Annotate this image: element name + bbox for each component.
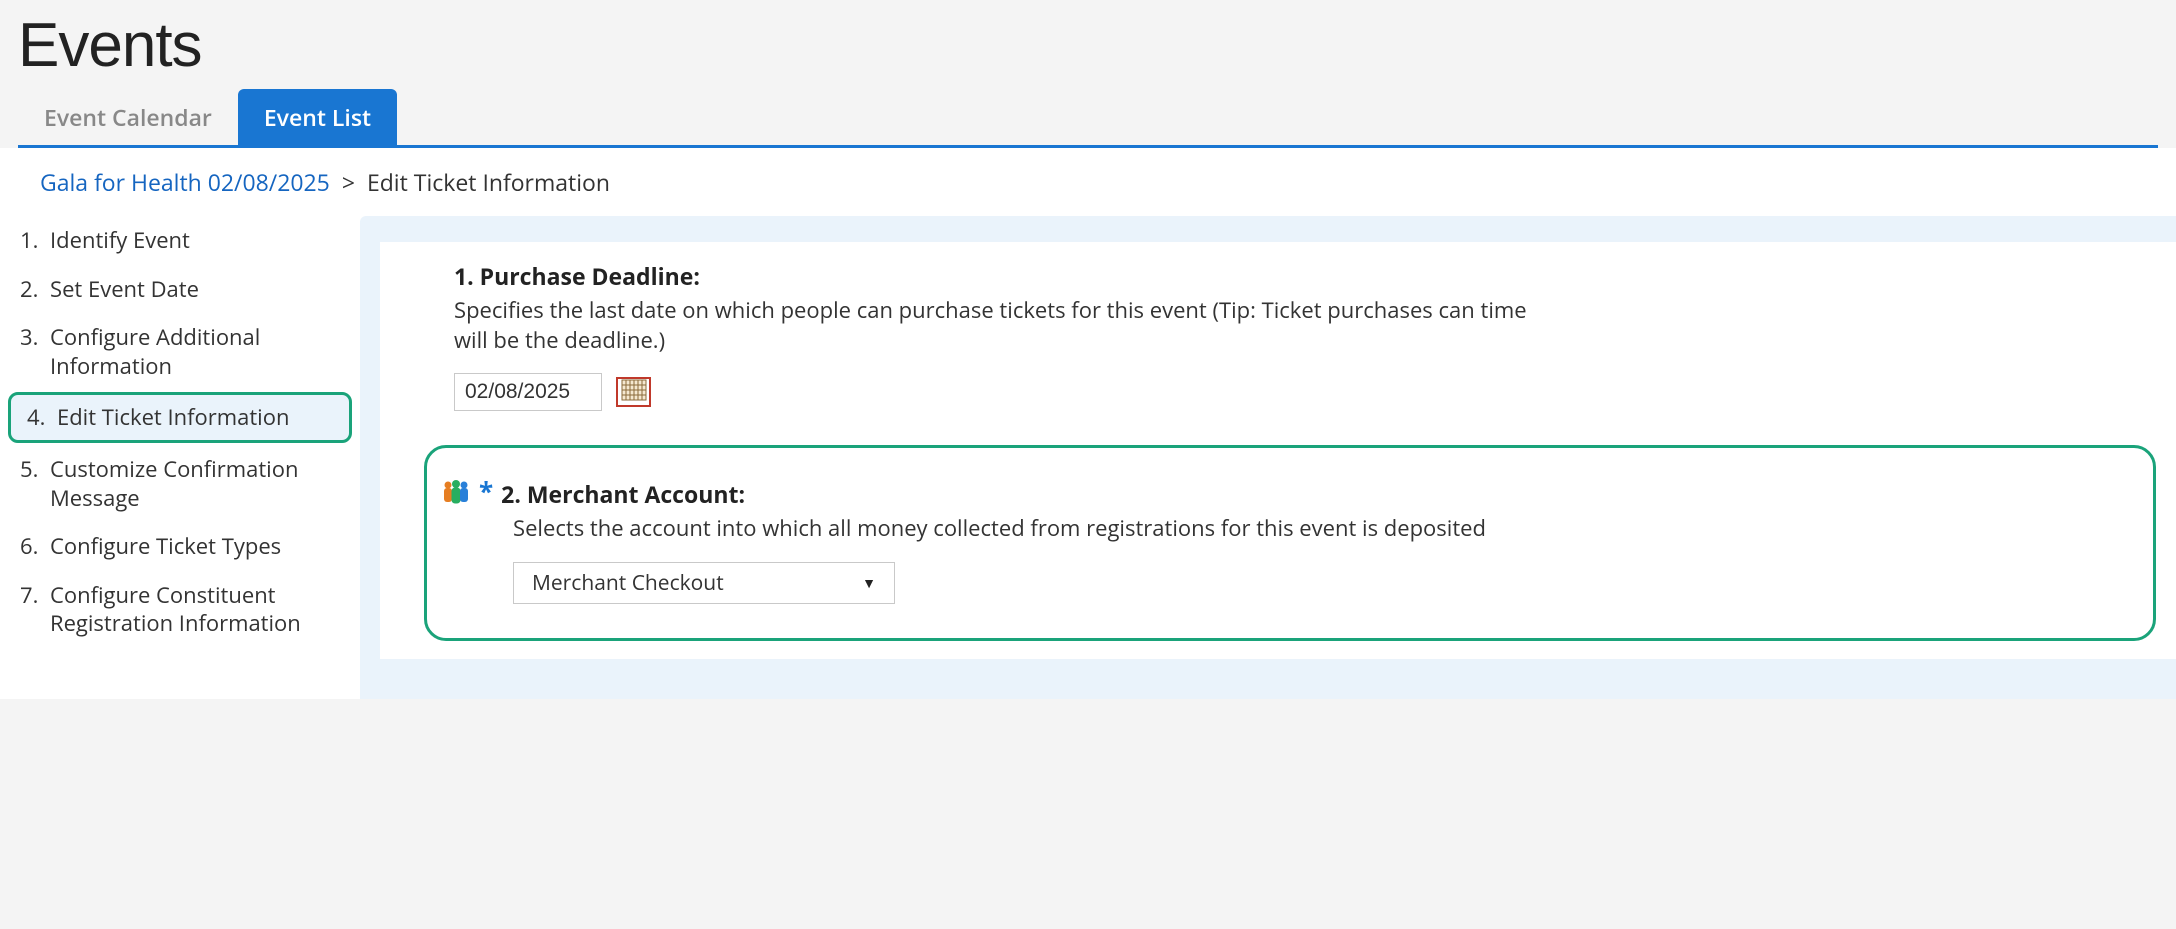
- tab-event-list[interactable]: Event List: [238, 89, 397, 145]
- step-number: 4.: [27, 403, 57, 432]
- step-label: Configure Ticket Types: [50, 532, 346, 561]
- merchant-account-select-value: Merchant Checkout: [532, 569, 724, 597]
- calendar-picker-button[interactable]: [616, 377, 651, 407]
- wizard-steps-sidebar: 1. Identify Event 2. Set Event Date 3. C…: [0, 216, 360, 648]
- step-label: Identify Event: [50, 226, 346, 255]
- step-label: Customize Confirmation Message: [50, 455, 346, 512]
- step-set-event-date[interactable]: 2. Set Event Date: [0, 265, 360, 314]
- tabs: Event Calendar Event List: [18, 89, 2158, 148]
- step-number: 1.: [20, 226, 50, 255]
- merchant-account-highlight: * 2. Merchant Account: Selects the accou…: [424, 445, 2156, 641]
- people-icon: [441, 478, 471, 506]
- step-number: 2.: [20, 275, 50, 304]
- purchase-deadline-heading: 1. Purchase Deadline:: [454, 260, 2176, 292]
- step-configure-additional-information[interactable]: 3. Configure Additional Information: [0, 313, 360, 390]
- calendar-icon: [621, 379, 647, 406]
- step-number: 7.: [20, 581, 50, 610]
- step-configure-constituent-registration[interactable]: 7. Configure Constituent Registration In…: [0, 571, 360, 648]
- step-customize-confirmation-message[interactable]: 5. Customize Confirmation Message: [0, 445, 360, 522]
- step-label: Configure Constituent Registration Infor…: [50, 581, 346, 638]
- purchase-deadline-description: Specifies the last date on which people …: [454, 296, 1554, 355]
- required-asterisk: *: [479, 478, 493, 504]
- step-edit-ticket-information[interactable]: 4. Edit Ticket Information: [8, 392, 352, 443]
- breadcrumb-link-event[interactable]: Gala for Health 02/08/2025: [40, 166, 330, 198]
- section-purchase-deadline: 1. Purchase Deadline: Specifies the last…: [424, 260, 2176, 411]
- step-label: Edit Ticket Information: [57, 403, 337, 432]
- step-identify-event[interactable]: 1. Identify Event: [0, 216, 360, 265]
- merchant-account-heading: 2. Merchant Account:: [501, 478, 745, 510]
- purchase-deadline-input[interactable]: [454, 373, 602, 411]
- merchant-account-description: Selects the account into which all money…: [513, 514, 1613, 544]
- step-number: 5.: [20, 455, 50, 484]
- step-number: 3.: [20, 323, 50, 352]
- breadcrumb-separator: >: [342, 166, 355, 198]
- tab-event-calendar[interactable]: Event Calendar: [18, 89, 238, 145]
- chevron-down-icon: ▼: [862, 574, 876, 593]
- step-label: Configure Additional Information: [50, 323, 346, 380]
- main-panel: 1. Purchase Deadline: Specifies the last…: [360, 216, 2176, 699]
- merchant-account-select[interactable]: Merchant Checkout ▼: [513, 562, 895, 604]
- step-configure-ticket-types[interactable]: 6. Configure Ticket Types: [0, 522, 360, 571]
- breadcrumb-current: Edit Ticket Information: [367, 166, 610, 198]
- step-number: 6.: [20, 532, 50, 561]
- page-title: Events: [18, 10, 2158, 81]
- step-label: Set Event Date: [50, 275, 346, 304]
- breadcrumb: Gala for Health 02/08/2025 > Edit Ticket…: [0, 148, 2176, 216]
